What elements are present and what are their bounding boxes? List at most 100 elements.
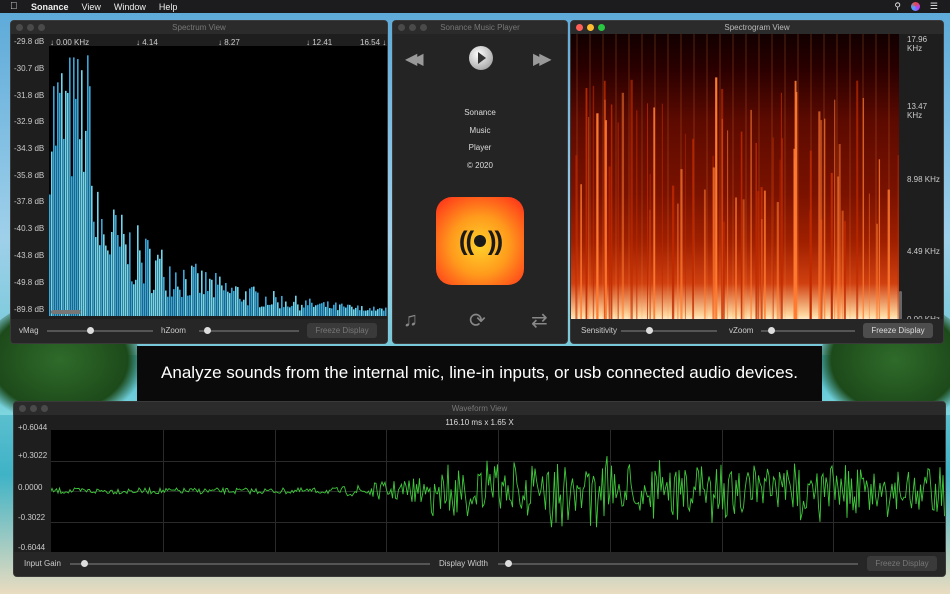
spectrum-bar xyxy=(71,176,73,316)
y-label: -30.7 dB xyxy=(14,64,45,73)
spectrum-bar xyxy=(379,308,381,316)
spectrum-bar xyxy=(289,307,291,316)
spectrum-bars xyxy=(49,55,387,316)
spectrogram-streak xyxy=(649,173,651,324)
display-width-slider-knob[interactable] xyxy=(505,560,513,567)
waveform-freeze-button[interactable]: Freeze Display xyxy=(867,556,937,571)
fast-forward-icon[interactable]: ▶▶ xyxy=(533,49,551,69)
display-width-slider[interactable] xyxy=(498,560,858,567)
spectrum-bar xyxy=(235,286,237,316)
hzoom-slider-knob[interactable] xyxy=(203,327,211,334)
zoom-button[interactable] xyxy=(41,405,48,412)
spectrogram-scrollbar[interactable] xyxy=(899,291,902,321)
spectrum-bar xyxy=(63,138,65,316)
sensitivity-slider[interactable] xyxy=(621,327,717,334)
spectrum-bar xyxy=(251,287,253,316)
spectrogram-controls: Sensitivity vZoom Freeze Display xyxy=(571,319,943,343)
zoom-button[interactable] xyxy=(598,24,605,31)
minimize-button[interactable] xyxy=(587,24,594,31)
sensitivity-slider-knob[interactable] xyxy=(645,327,653,334)
spotlight-search-icon[interactable]: ⚲ xyxy=(894,1,901,12)
spectrum-bar xyxy=(331,308,333,316)
zoom-button[interactable] xyxy=(38,24,45,31)
spectrum-bar xyxy=(231,287,233,316)
spectrogram-window: Spectrogram View 17.96 KHz 13.47 KHz 8.9… xyxy=(570,20,944,344)
vzoom-slider-knob[interactable] xyxy=(767,327,775,334)
spectrogram-streak xyxy=(617,122,620,324)
waveform-titlebar[interactable]: Waveform View xyxy=(14,402,945,415)
apple-icon[interactable]:  xyxy=(10,1,22,12)
y-label: -29.8 dB xyxy=(14,37,45,46)
spectrum-plot[interactable] xyxy=(49,46,387,316)
waveform-trace xyxy=(51,455,945,528)
spectrum-bar xyxy=(67,92,69,316)
menu-help[interactable]: Help xyxy=(159,2,178,12)
spectrum-bar xyxy=(363,310,365,316)
minimize-button[interactable] xyxy=(409,24,416,31)
spectrum-bar xyxy=(275,297,277,316)
playlist-icon[interactable]: ♫ xyxy=(403,309,418,332)
spectrogram-plot[interactable] xyxy=(571,34,899,324)
player-info-line: Music xyxy=(469,126,491,135)
spectrum-scrollbar[interactable] xyxy=(51,310,81,314)
zoom-button[interactable] xyxy=(420,24,427,31)
spectrum-bar xyxy=(335,302,337,316)
hzoom-slider[interactable] xyxy=(199,327,299,334)
spectrum-bar xyxy=(107,250,109,316)
close-button[interactable] xyxy=(16,24,23,31)
menu-view[interactable]: View xyxy=(82,2,101,12)
spectrum-bar xyxy=(49,194,51,316)
spectrum-bar xyxy=(301,304,303,316)
spectrum-titlebar[interactable]: Spectrum View xyxy=(11,21,387,34)
shuffle-icon[interactable]: ⇄ xyxy=(531,308,548,333)
menu-window[interactable]: Window xyxy=(114,2,146,12)
spectrum-bar xyxy=(205,272,207,316)
spectrum-bar xyxy=(307,305,309,316)
spectrogram-streak xyxy=(779,159,781,324)
input-gain-slider[interactable] xyxy=(70,560,430,567)
repeat-icon[interactable]: ⟳ xyxy=(469,308,486,333)
control-center-icon[interactable]: ☰ xyxy=(930,1,938,12)
play-button[interactable] xyxy=(469,46,493,70)
menu-app-name[interactable]: Sonance xyxy=(31,2,69,12)
spectrum-bar xyxy=(281,295,283,316)
spectrum-bar xyxy=(263,306,265,316)
input-gain-slider-knob[interactable] xyxy=(80,560,88,567)
minimize-button[interactable] xyxy=(30,405,37,412)
spectrum-bar xyxy=(105,245,107,316)
spectrum-bar xyxy=(167,296,169,316)
spectrogram-titlebar[interactable]: Spectrogram View xyxy=(571,21,943,34)
close-button[interactable] xyxy=(576,24,583,31)
siri-icon[interactable] xyxy=(910,2,920,11)
spectrum-bar xyxy=(177,286,179,316)
minimize-button[interactable] xyxy=(27,24,34,31)
spectrum-bar xyxy=(93,221,95,316)
close-button[interactable] xyxy=(19,405,26,412)
spectrogram-streak xyxy=(684,133,686,324)
rewind-icon[interactable]: ◀◀ xyxy=(405,49,423,69)
spectrum-bar xyxy=(237,287,239,316)
spectrum-bar xyxy=(103,234,105,316)
spectrum-bar xyxy=(255,291,257,316)
close-button[interactable] xyxy=(398,24,405,31)
spectrogram-freeze-button[interactable]: Freeze Display xyxy=(863,323,933,338)
spectrum-bar xyxy=(215,272,217,316)
waveform-plot[interactable] xyxy=(51,430,945,552)
spectrum-freeze-button[interactable]: Freeze Display xyxy=(307,323,377,338)
window-controls xyxy=(398,24,427,31)
y-label: +0.6044 xyxy=(18,423,48,432)
spectrum-window: Spectrum View ↓ 0.00 KHz ↓ 4.14 ↓ 8.27 ↓… xyxy=(10,20,388,344)
spectrogram-streak xyxy=(712,167,715,324)
player-titlebar[interactable]: Sonance Music Player xyxy=(393,21,567,34)
spectrogram-streak xyxy=(715,77,718,324)
spectrogram-streak xyxy=(596,113,599,324)
spectrum-bar xyxy=(151,293,153,316)
spectrum-bar xyxy=(65,90,67,316)
spectrum-bar xyxy=(87,55,89,316)
vmag-slider[interactable] xyxy=(47,327,153,334)
spectrogram-streak xyxy=(834,99,836,324)
vzoom-slider[interactable] xyxy=(761,327,855,334)
vmag-slider-knob[interactable] xyxy=(86,327,94,334)
spectrum-bar xyxy=(315,305,317,316)
spectrum-bar xyxy=(149,248,151,316)
